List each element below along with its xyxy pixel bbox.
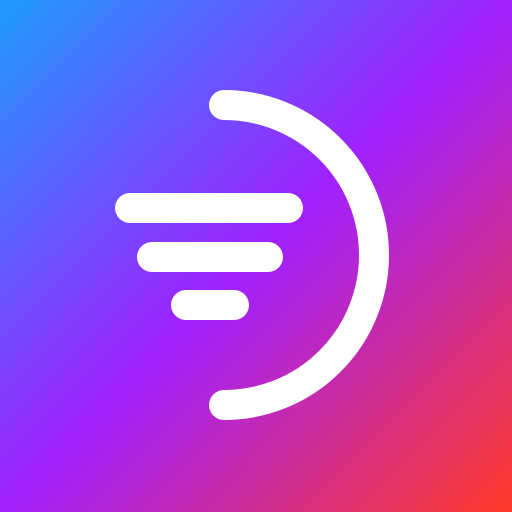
app-icon: [0, 0, 512, 512]
app-icon-graphic: [0, 0, 512, 512]
